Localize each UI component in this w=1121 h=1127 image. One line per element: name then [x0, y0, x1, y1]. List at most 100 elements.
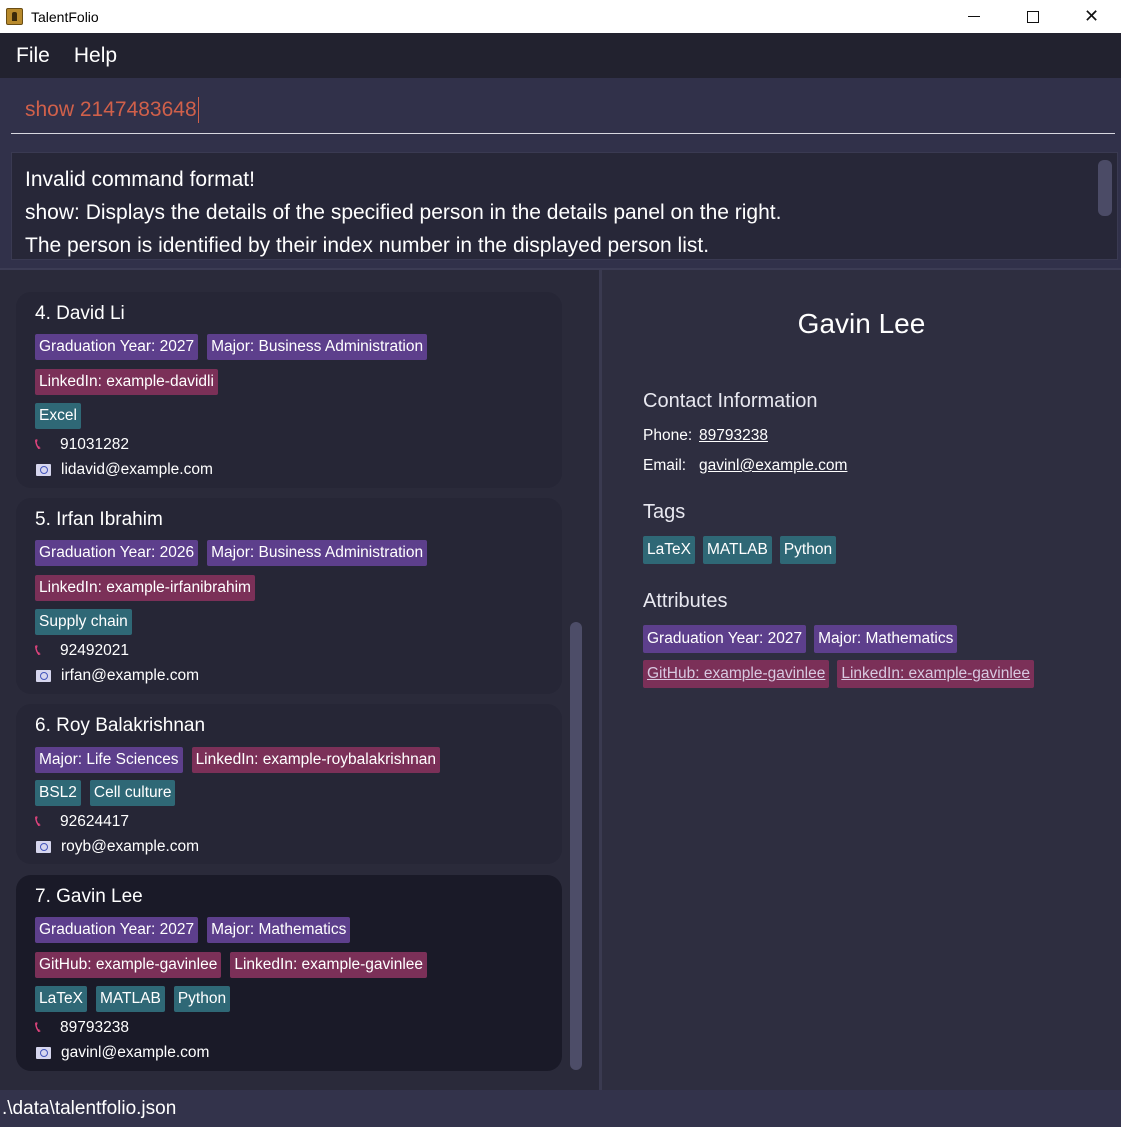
phone-row: 📞︎ 91031282: [35, 436, 129, 454]
attribute-row: Graduation Year: 2027 Major: Business Ad…: [35, 334, 428, 360]
skill-tag: MATLAB: [702, 536, 772, 564]
result-scroll-thumb[interactable]: [1098, 160, 1112, 216]
command-input[interactable]: show 2147483648: [11, 86, 1115, 134]
phone-row: 📞︎ 92624417: [35, 813, 129, 831]
text-caret: [197, 96, 200, 123]
skill-tag: Python: [173, 986, 231, 1012]
email-address: lidavid@example.com: [61, 461, 213, 478]
result-area: Invalid command format! show: Displays t…: [0, 144, 1121, 268]
detail-name: Gavin Lee: [797, 308, 926, 339]
tag-row: Supply chain: [35, 609, 132, 635]
attribute-row: LinkedIn: example-irfanibrahim: [35, 575, 255, 601]
skill-tag: LaTeX: [643, 536, 695, 564]
person-card[interactable]: 5. Irfan Ibrahim Graduation Year: 2026 M…: [16, 498, 562, 694]
phone-icon: 📞︎: [35, 642, 41, 659]
email-row: gavinl@example.com: [35, 1044, 209, 1062]
detail-attribute-row: GitHub: example-gavinlee LinkedIn: examp…: [643, 660, 1035, 688]
result-line: Invalid command format!: [25, 168, 255, 191]
list-scroll-thumb[interactable]: [570, 622, 582, 1070]
result-display[interactable]: Invalid command format! show: Displays t…: [11, 152, 1118, 260]
detail-tag-row: LaTeX MATLAB Python: [643, 536, 837, 564]
phone-row: 📞︎ 89793238: [35, 1019, 129, 1037]
attribute-tag: Graduation Year: 2027: [35, 334, 199, 360]
data-file-path: .\data\talentfolio.json: [2, 1097, 177, 1119]
tags-heading: Tags: [643, 501, 686, 523]
menu-file[interactable]: File: [16, 44, 50, 68]
email-row: irfan@example.com: [35, 667, 199, 685]
attribute-row: LinkedIn: example-davidli: [35, 369, 218, 395]
skill-tag: Excel: [35, 403, 81, 429]
attributes-heading: Attributes: [643, 590, 728, 612]
tag-row: BSL2 Cell culture: [35, 780, 176, 806]
tag-row: LaTeX MATLAB Python: [35, 986, 231, 1012]
attribute-tag: Major: Business Administration: [207, 334, 428, 360]
person-name: 5. Irfan Ibrahim: [35, 509, 163, 530]
command-text: show 2147483648: [25, 97, 197, 121]
attribute-tag: LinkedIn: example-roybalakrishnan: [191, 747, 440, 773]
email-icon: [36, 464, 51, 476]
attribute-tag: LinkedIn: example-gavinlee: [230, 952, 428, 978]
person-list-panel[interactable]: 4. David Li Graduation Year: 2027 Major:…: [0, 270, 599, 1090]
email-icon: [36, 841, 51, 853]
detail-email[interactable]: gavinl@example.com: [699, 457, 847, 475]
attribute-tag: Major: Mathematics: [814, 625, 958, 653]
person-card-selected[interactable]: 7. Gavin Lee Graduation Year: 2027 Major…: [16, 875, 562, 1071]
skill-tag: Supply chain: [35, 609, 132, 635]
maximize-button[interactable]: [1003, 0, 1062, 33]
result-line: show: Displays the details of the specif…: [25, 201, 782, 224]
detail-email-row: Email: gavinl@example.com: [643, 457, 847, 475]
skill-tag: Cell culture: [89, 780, 176, 806]
app-icon: [6, 8, 23, 25]
contact-heading: Contact Information: [643, 390, 818, 412]
menu-help[interactable]: Help: [74, 44, 117, 68]
detail-attribute-row: Graduation Year: 2027 Major: Mathematics: [643, 625, 958, 653]
email-address: royb@example.com: [61, 838, 200, 855]
person-card[interactable]: 6. Roy Balakrishnan Major: Life Sciences…: [16, 704, 562, 864]
result-text: Invalid command format! show: Displays t…: [25, 163, 781, 262]
phone-icon: 📞︎: [35, 813, 41, 830]
details-panel: Gavin Lee Contact Information Phone: 897…: [602, 270, 1121, 1090]
command-area: show 2147483648: [0, 78, 1121, 144]
skill-tag: LaTeX: [35, 986, 87, 1012]
attribute-tag: LinkedIn: example-irfanibrahim: [35, 575, 255, 601]
window-title: TalentFolio: [31, 8, 99, 25]
person-name: 7. Gavin Lee: [35, 886, 143, 907]
phone-row: 📞︎ 92492021: [35, 642, 129, 660]
attribute-row: Graduation Year: 2027 Major: Mathematics: [35, 917, 351, 943]
attribute-row: Major: Life Sciences LinkedIn: example-r…: [35, 747, 440, 773]
github-link-tag[interactable]: GitHub: example-gavinlee: [643, 660, 830, 688]
person-name: 4. David Li: [35, 303, 125, 324]
result-scrollbar[interactable]: [1098, 157, 1112, 255]
email-address: gavinl@example.com: [61, 1044, 210, 1061]
attribute-tag: Graduation Year: 2027: [35, 917, 199, 943]
email-icon: [36, 670, 51, 682]
phone-label: Phone:: [643, 427, 693, 444]
attribute-tag: Major: Business Administration: [207, 540, 428, 566]
attribute-tag: Major: Mathematics: [207, 917, 351, 943]
phone-icon: 📞︎: [35, 436, 41, 453]
phone-number: 89793238: [60, 1019, 129, 1036]
close-button[interactable]: ✕: [1062, 0, 1121, 33]
attribute-row: Graduation Year: 2026 Major: Business Ad…: [35, 540, 428, 566]
minimize-button[interactable]: [944, 0, 1003, 33]
person-name: 6. Roy Balakrishnan: [35, 715, 206, 736]
minimize-icon: [967, 16, 980, 17]
window-controls: ✕: [944, 0, 1121, 33]
attribute-row: GitHub: example-gavinlee LinkedIn: examp…: [35, 952, 428, 978]
attribute-tag: LinkedIn: example-davidli: [35, 369, 218, 395]
maximize-icon: [1026, 10, 1039, 23]
attribute-tag: Major: Life Sciences: [35, 747, 183, 773]
email-icon: [36, 1047, 51, 1059]
phone-number: 92492021: [60, 642, 129, 659]
detail-phone[interactable]: 89793238: [699, 427, 768, 445]
person-card[interactable]: 4. David Li Graduation Year: 2027 Major:…: [16, 292, 562, 488]
skill-tag: BSL2: [35, 780, 81, 806]
email-row: lidavid@example.com: [35, 461, 213, 479]
detail-phone-row: Phone: 89793238: [643, 427, 768, 445]
phone-number: 91031282: [60, 436, 129, 453]
linkedin-link-tag[interactable]: LinkedIn: example-gavinlee: [837, 660, 1035, 688]
skill-tag: MATLAB: [95, 986, 165, 1012]
email-row: royb@example.com: [35, 838, 199, 856]
email-address: irfan@example.com: [61, 667, 200, 684]
close-icon: ✕: [1083, 5, 1100, 27]
